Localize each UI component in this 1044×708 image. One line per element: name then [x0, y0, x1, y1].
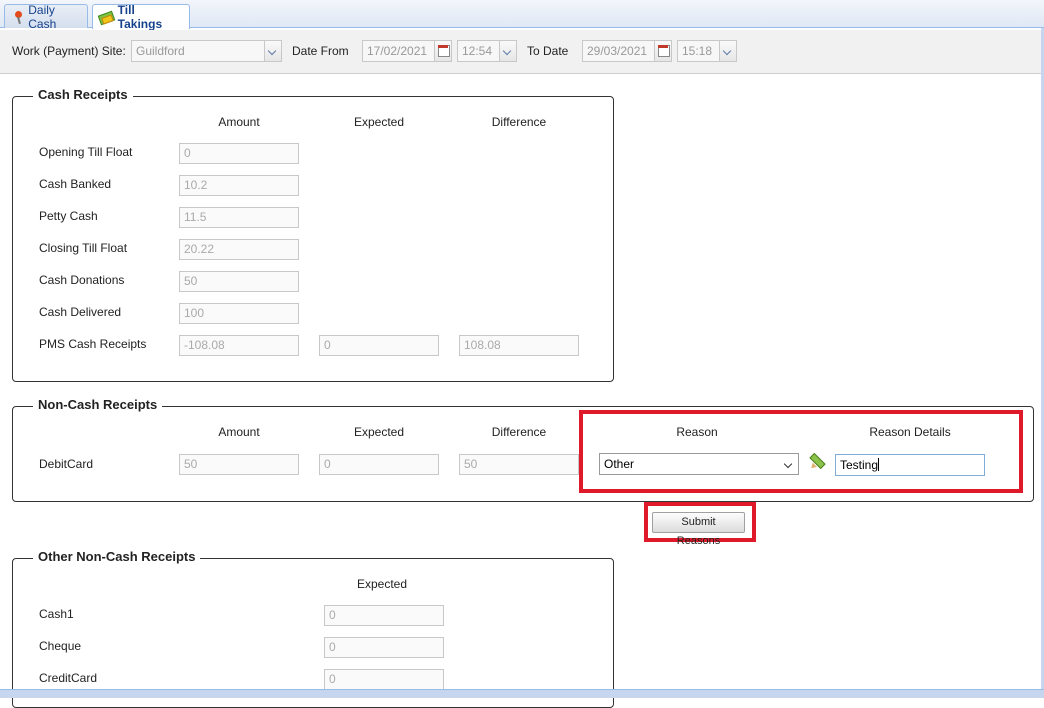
- expected-header: Expected: [353, 115, 405, 129]
- row-label: Opening Till Float: [39, 145, 133, 159]
- other-non-cash-fieldset: Other Non-Cash Receipts Expected Cash1 0…: [12, 549, 614, 708]
- difference-header: Difference: [491, 115, 547, 129]
- amount-field[interactable]: 50: [179, 271, 299, 292]
- amount-header: Amount: [218, 115, 260, 129]
- date-from-field[interactable]: 17/02/2021: [362, 40, 452, 62]
- tab-till-takings[interactable]: Till Takings: [92, 3, 190, 31]
- row-label: Cash Banked: [39, 177, 112, 191]
- expected-field[interactable]: 0: [324, 637, 444, 658]
- difference-field[interactable]: 108.08: [459, 335, 579, 356]
- amount-field[interactable]: 10.2: [179, 175, 299, 196]
- expected-header: Expected: [353, 425, 405, 439]
- row-label: Closing Till Float: [39, 241, 128, 255]
- date-from-label: Date From: [292, 44, 349, 58]
- pin-icon: [11, 10, 23, 24]
- reason-highlight-box: [579, 410, 1023, 493]
- non-cash-receipts-title: Non-Cash Receipts: [33, 397, 163, 412]
- amount-field[interactable]: 11.5: [179, 207, 299, 228]
- chevron-down-icon[interactable]: [499, 41, 516, 61]
- row-label: CreditCard: [39, 671, 98, 685]
- chevron-down-icon[interactable]: [719, 41, 736, 61]
- row-label: Petty Cash: [39, 209, 98, 223]
- filter-toolbar: Work (Payment) Site: Guildford Date From…: [0, 30, 1041, 74]
- row-label: Cash Delivered: [39, 305, 122, 319]
- row-label: DebitCard: [39, 457, 94, 471]
- tab-till-takings-label: Till Takings: [117, 3, 163, 31]
- date-from-value: 17/02/2021: [367, 44, 428, 58]
- calendar-icon[interactable]: [434, 41, 451, 61]
- chevron-down-icon[interactable]: [264, 41, 281, 61]
- row-label: Cash1: [39, 607, 74, 621]
- to-date-label: To Date: [527, 44, 569, 58]
- amount-field[interactable]: -108.08: [179, 335, 299, 356]
- calendar-icon[interactable]: [654, 41, 671, 61]
- amount-field[interactable]: 20.22: [179, 239, 299, 260]
- difference-field[interactable]: 50: [459, 454, 579, 475]
- expected-header: Expected: [356, 577, 408, 591]
- date-to-value: 29/03/2021: [587, 44, 648, 58]
- bottom-scrollbar[interactable]: [0, 689, 1044, 698]
- time-from-field[interactable]: 12:54: [457, 40, 517, 62]
- time-from-value: 12:54: [462, 44, 493, 58]
- site-select[interactable]: Guildford: [131, 40, 282, 62]
- date-to-field[interactable]: 29/03/2021: [582, 40, 672, 62]
- amount-field[interactable]: 0: [179, 143, 299, 164]
- difference-header: Difference: [491, 425, 547, 439]
- expected-field[interactable]: 0: [324, 669, 444, 690]
- tab-daily-cash[interactable]: Daily Cash: [4, 2, 88, 31]
- tab-daily-cash-label: Daily Cash: [28, 2, 57, 31]
- submit-reasons-button[interactable]: Submit Reasons: [652, 512, 745, 547]
- other-non-cash-title: Other Non-Cash Receipts: [33, 549, 201, 564]
- cash-receipts-fieldset: Cash Receipts Amount Expected Difference…: [12, 87, 614, 382]
- time-to-field[interactable]: 15:18: [677, 40, 737, 62]
- expected-field[interactable]: 0: [319, 454, 439, 475]
- money-icon: [99, 10, 113, 24]
- row-label: Cash Donations: [39, 273, 125, 287]
- expected-field[interactable]: 0: [324, 605, 444, 626]
- expected-field[interactable]: 0: [319, 335, 439, 356]
- row-label: Cheque: [39, 639, 82, 653]
- amount-field[interactable]: 100: [179, 303, 299, 324]
- amount-header: Amount: [218, 425, 260, 439]
- row-label: PMS Cash Receipts: [39, 337, 147, 351]
- cash-receipts-title: Cash Receipts: [33, 87, 133, 102]
- amount-field[interactable]: 50: [179, 454, 299, 475]
- site-label: Work (Payment) Site:: [12, 44, 126, 58]
- site-select-value: Guildford: [136, 44, 185, 58]
- time-to-value: 15:18: [682, 44, 713, 58]
- tab-strip: Daily Cash Till Takings: [0, 0, 1044, 31]
